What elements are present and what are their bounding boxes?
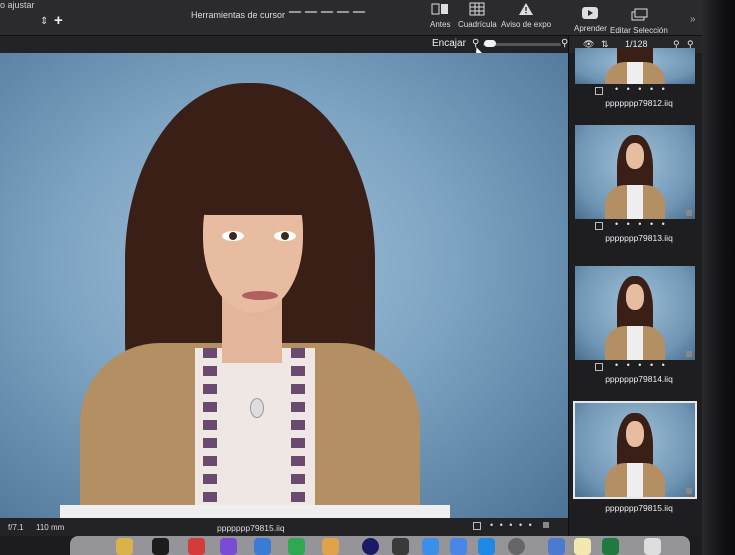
- exposure-warning-button[interactable]: Aviso de expo: [501, 2, 551, 29]
- exposure-warning-label: Aviso de expo: [501, 20, 552, 29]
- before-label: Antes: [430, 20, 451, 29]
- thumbnail-item[interactable]: • • • • • ppppppp79813.iiq: [575, 125, 699, 243]
- thumbnail-rating[interactable]: • • • • •: [615, 219, 668, 229]
- cursor-tool-icon[interactable]: [352, 5, 368, 13]
- portrait-foreground-surface: [60, 505, 450, 518]
- main-toolbar: o ajustar ⇕ + Herramientas de cursor Ant…: [0, 0, 702, 36]
- preset-select[interactable]: ⇕: [0, 16, 52, 30]
- grid-button[interactable]: Cuadrícula: [458, 2, 497, 29]
- learn-label: Aprender: [574, 24, 607, 33]
- viewer-filename: ppppppp79815.iiq: [217, 523, 285, 533]
- fit-button[interactable]: Encajar: [432, 38, 466, 49]
- learn-button[interactable]: Aprender: [574, 6, 607, 33]
- system-preferences-icon[interactable]: [508, 538, 525, 555]
- thumbnail-item-selected[interactable]: ppppppp79815.iiq: [573, 401, 699, 513]
- dock-app-icon[interactable]: [362, 538, 379, 555]
- aperture-value: f/7.1: [8, 523, 24, 532]
- trash-icon[interactable]: [644, 538, 661, 555]
- dock-app-icon[interactable]: [188, 538, 205, 555]
- chevron-double-right-icon[interactable]: »: [690, 14, 696, 25]
- thumbnail-name: ppppppp79812.iiq: [605, 98, 673, 108]
- thumbnail-image[interactable]: [575, 48, 695, 84]
- add-button[interactable]: +: [54, 12, 63, 29]
- cursor-tool-icon[interactable]: [304, 5, 320, 13]
- screen: o ajustar ⇕ + Herramientas de cursor Ant…: [0, 0, 735, 555]
- excel-icon[interactable]: [602, 538, 619, 555]
- viewer-info-bar: f/7.1 110 mm ppppppp79815.iiq • • • • •: [0, 518, 568, 536]
- cursor-tool-icon[interactable]: [320, 5, 336, 13]
- thumbnail-image[interactable]: [573, 401, 697, 499]
- thumbnail-name: ppppppp79813.iiq: [605, 233, 673, 243]
- dock-app-icon[interactable]: [152, 538, 169, 555]
- dock-app-icon[interactable]: [220, 538, 237, 555]
- thumbnail-item[interactable]: • • • • • ppppppp79814.iiq: [575, 266, 699, 384]
- thumbnail-rating[interactable]: • • • • •: [615, 360, 668, 370]
- dock-app-icon[interactable]: [254, 538, 271, 555]
- image-viewer[interactable]: [0, 53, 568, 518]
- thumbnail-item[interactable]: • • • • • ppppppp79812.iiq: [575, 48, 699, 108]
- edit-selection-button[interactable]: Editar Selección: [610, 8, 668, 35]
- dock-app-icon[interactable]: [392, 538, 409, 555]
- cursor-tool-icon[interactable]: [336, 5, 352, 13]
- portrait-blouse: [195, 348, 315, 518]
- select-checkbox[interactable]: [473, 522, 481, 530]
- dock-app-icon[interactable]: [450, 538, 467, 555]
- cursor-tool-icon[interactable]: [288, 5, 304, 13]
- thumbnail-checkbox[interactable]: [595, 87, 603, 95]
- dock-app-icon[interactable]: [574, 538, 591, 555]
- stack-icon: [631, 8, 648, 21]
- dock-app-icon[interactable]: [548, 538, 565, 555]
- dock-app-icon[interactable]: [322, 538, 339, 555]
- thumbnail-checkbox[interactable]: [595, 363, 603, 371]
- before-button[interactable]: Antes: [430, 2, 450, 29]
- portrait-eye: [274, 231, 296, 241]
- app-store-icon[interactable]: [478, 538, 495, 555]
- dock-app-icon[interactable]: [288, 538, 305, 555]
- edit-selection-label: Editar Selección: [610, 26, 668, 35]
- thumbnail-name: ppppppp79815.iiq: [605, 503, 673, 513]
- before-after-icon: [431, 3, 449, 15]
- portrait-bangs: [196, 133, 312, 215]
- rating-dots[interactable]: • • • • •: [490, 520, 534, 530]
- zoom-slider-handle[interactable]: [484, 40, 496, 47]
- portrait-eye: [222, 231, 244, 241]
- grid-icon: [469, 2, 485, 16]
- adjust-label: o ajustar: [0, 0, 35, 10]
- cursor-tool-icons: [288, 0, 370, 13]
- macos-dock: [70, 536, 690, 555]
- updown-chevron-icon: ⇕: [40, 16, 49, 27]
- thumbnail-image[interactable]: [575, 125, 695, 219]
- portrait-pendant: [250, 398, 264, 418]
- viewer-fit-bar: Encajar ⚲ ⚲: [0, 36, 575, 53]
- focal-length-value: 110 mm: [36, 523, 65, 532]
- play-video-icon: [582, 7, 599, 19]
- color-tag-icon[interactable]: [543, 522, 549, 528]
- grid-label: Cuadrícula: [458, 20, 497, 29]
- thumbnail-name: ppppppp79814.iiq: [605, 374, 673, 384]
- cursor-tools-label: Herramientas de cursor: [191, 10, 286, 20]
- monitor-bezel: [702, 0, 735, 555]
- thumbnail-checkbox[interactable]: [595, 222, 603, 230]
- thumbnail-image[interactable]: [575, 266, 695, 360]
- warning-triangle-icon: [519, 3, 534, 15]
- dock-app-icon[interactable]: [422, 538, 439, 555]
- portrait-lips: [242, 291, 278, 300]
- dock-app-icon[interactable]: [116, 538, 133, 555]
- thumbnail-browser: 👁 ⇅ 1/128 ⚲ ⚲ • • • • • ppppppp79812.iiq…: [568, 36, 703, 536]
- thumbnail-rating[interactable]: • • • • •: [615, 84, 668, 94]
